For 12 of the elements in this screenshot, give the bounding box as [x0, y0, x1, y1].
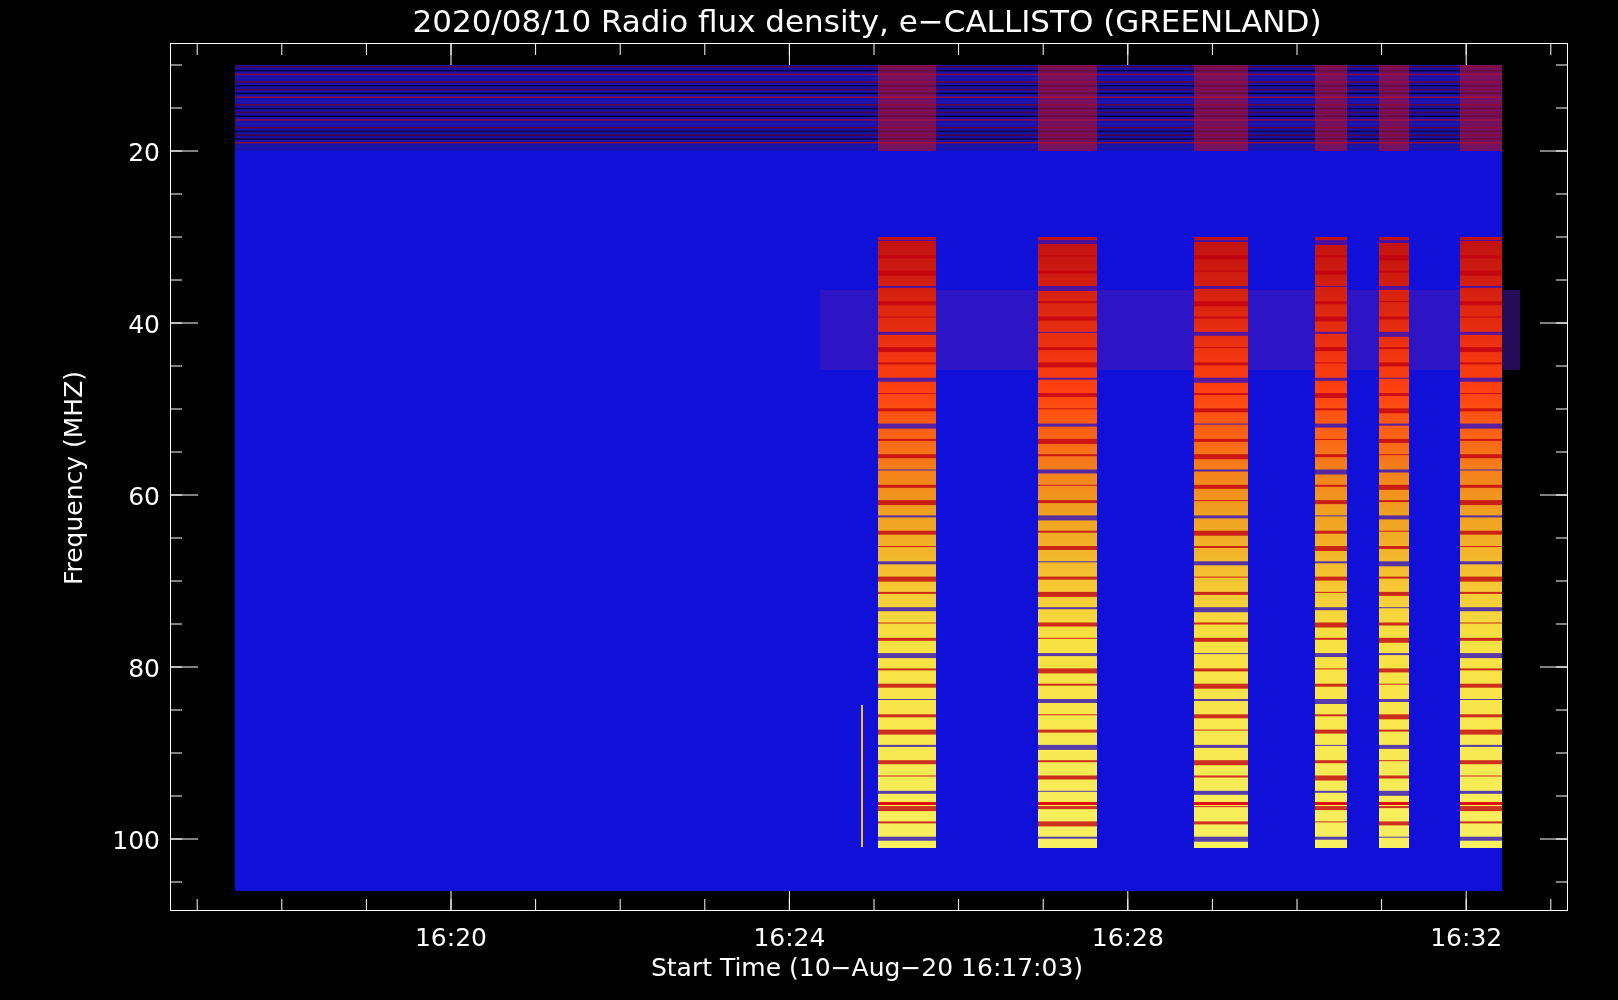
axis-label: Start Time (10−Aug−20 16:17:03) [650, 953, 1084, 982]
tick-label: 16:24 [753, 923, 826, 952]
tick-label: 60 [128, 482, 160, 511]
tick-label: 20 [128, 138, 160, 167]
axis-label: Frequency (MHZ) [59, 370, 88, 586]
tick-label: 40 [128, 310, 160, 339]
tick-label: 16:28 [1091, 923, 1164, 952]
tick-label: 80 [128, 654, 160, 683]
tick-label: 100 [112, 826, 160, 855]
plot-title: 2020/08/10 Radio flux density, e−CALLISTO (GREENLAND) [412, 3, 1322, 39]
tick-label: 16:20 [415, 923, 487, 952]
tick-label: 16:32 [1430, 923, 1503, 952]
